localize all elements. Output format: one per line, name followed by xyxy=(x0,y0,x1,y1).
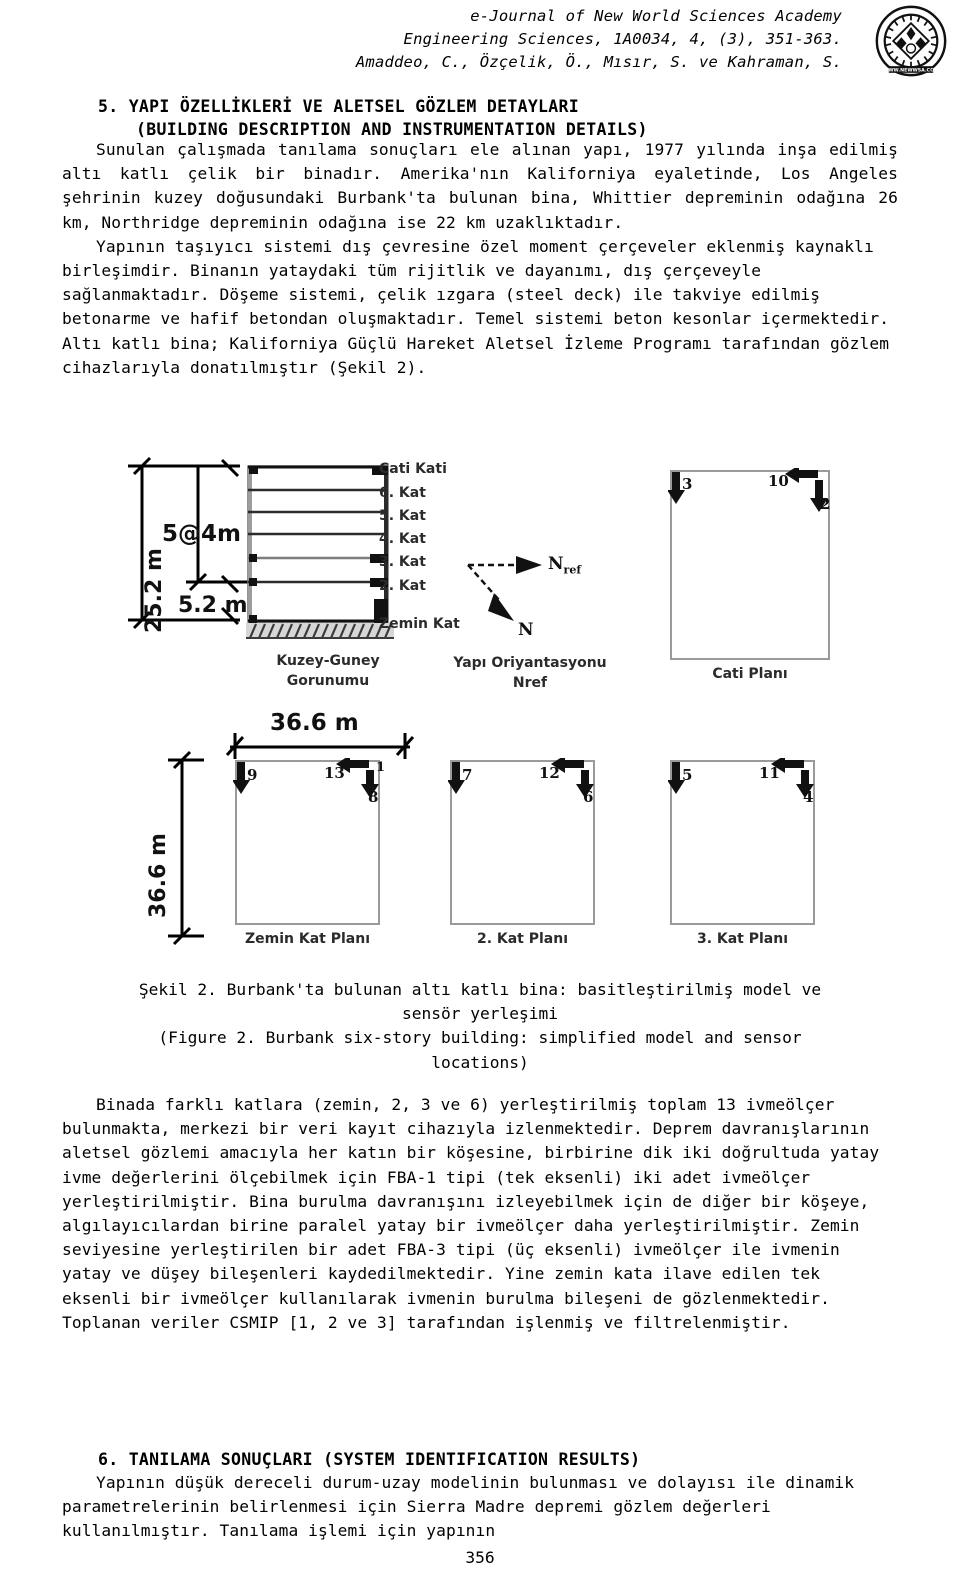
floor-label-2: 2. Kat xyxy=(379,578,426,594)
third-floor-plan-caption: 3. Kat Planı xyxy=(696,931,789,947)
page-header: e-Journal of New World Sciences Academy … xyxy=(0,0,960,82)
page-number: 356 xyxy=(465,1548,495,1567)
ground-sensor-8: 8 xyxy=(368,788,379,806)
caption-en-line1: (Figure 2. Burbank six-story building: s… xyxy=(158,1028,802,1048)
ground-plan-depth-label: 36.6 m xyxy=(146,833,171,918)
journal-name: e-Journal of New World Sciences Academy xyxy=(470,7,842,25)
paragraph-1: Sunulan çalışmada tanılama sonuçları ele… xyxy=(62,140,898,232)
ground-plan-width-label: 36.6 m xyxy=(270,710,359,736)
roof-sensor-3: 3 xyxy=(682,475,693,493)
third-floor-sensor-11: 11 xyxy=(759,764,780,782)
body-paragraph-instrumentation: Binada farklı katlara (zemin, 2, 3 ve 6)… xyxy=(62,1093,898,1335)
seal-url-text: WWW.NEWWSA.COM xyxy=(883,68,939,74)
figure-2-building-model: 25.2 m 5@4m 5.2 m Cati Kati 6. Kat 5. Ka… xyxy=(120,448,880,973)
roof-plan-caption: Cati Planı xyxy=(712,666,788,682)
floor-label-ground: Zemin Kat xyxy=(379,616,460,632)
roof-sensor-2: 2 xyxy=(820,495,831,513)
elevation-caption-line2: Gorunumu xyxy=(286,673,370,689)
second-floor-sensor-7: 7 xyxy=(462,766,473,784)
second-floor-plan-caption: 2. Kat Planı xyxy=(476,931,569,947)
floor-label-6: 6. Kat xyxy=(379,485,426,501)
caption-tr-line1: Şekil 2. Burbank'ta bulunan altı katlı b… xyxy=(138,980,822,999)
second-floor-sensor-12: 12 xyxy=(539,764,560,782)
paragraph-3: Binada farklı katlara (zemin, 2, 3 ve 6)… xyxy=(62,1095,880,1332)
journal-issue: Engineering Sciences, 1A0034, 4, (3), 35… xyxy=(403,30,842,48)
orientation-n-label: N xyxy=(518,620,534,640)
third-floor-sensor-arrows xyxy=(668,758,814,798)
floor-label-5: 5. Kat xyxy=(379,508,426,524)
second-floor-sensor-6: 6 xyxy=(583,788,594,806)
elevation-total-height-label: 25.2 m xyxy=(142,548,167,633)
third-floor-sensor-4: 4 xyxy=(803,788,814,806)
body-paragraphs-top: Sunulan çalışmada tanılama sonuçları ele… xyxy=(62,138,898,380)
section-5-heading: 5. YAPI ÖZELLİKLERİ VE ALETSEL GÖZLEM DE… xyxy=(98,95,918,141)
orientation-caption-line2: Nref xyxy=(512,675,548,691)
body-paragraph-results: Yapının düşük dereceli durum-uzay modeli… xyxy=(62,1471,898,1544)
second-floor-sensor-arrows xyxy=(448,758,594,798)
floor-label-3: 3. Kat xyxy=(379,554,426,570)
journal-authors: Amaddeo, C., Özçelik, Ö., Mısır, S. ve K… xyxy=(355,53,842,71)
floor-label-4: 4. Kat xyxy=(379,531,426,547)
figure-caption: Şekil 2. Burbank'ta bulunan altı katlı b… xyxy=(62,978,898,1075)
ground-sensor-9: 9 xyxy=(247,766,258,784)
elevation-typical-story-label: 5@4m xyxy=(162,521,241,547)
ground-plan-caption: Zemin Kat Planı xyxy=(244,931,370,947)
floor-label-roof: Cati Kati xyxy=(379,461,447,477)
roof-sensor-10: 10 xyxy=(768,472,789,490)
orientation-caption-line1: Yapı Oriyantasyonu xyxy=(453,655,607,671)
ground-plan-sensor-arrows xyxy=(233,758,379,798)
elevation-ground-story-label: 5.2 m xyxy=(178,593,248,618)
orientation-diagram xyxy=(467,556,542,621)
elevation-caption-line1: Kuzey-Guney xyxy=(276,653,380,669)
caption-en-line2: locations) xyxy=(431,1052,529,1072)
paragraph-4: Yapının düşük dereceli durum-uzay modeli… xyxy=(62,1473,855,1541)
section-5-title-tr: 5. YAPI ÖZELLİKLERİ VE ALETSEL GÖZLEM DE… xyxy=(98,97,579,116)
section-6-heading: 6. TANILAMA SONUÇLARI (SYSTEM IDENTIFICA… xyxy=(98,1450,641,1469)
third-floor-sensor-5: 5 xyxy=(682,766,693,784)
ground-sensor-1: 1 xyxy=(376,760,386,775)
journal-citation: e-Journal of New World Sciences Academy … xyxy=(102,5,842,74)
ground-sensor-13: 13 xyxy=(324,764,345,782)
paragraph-2: Yapının taşıyıcı sistemi dış çevresine ö… xyxy=(62,236,890,377)
journal-seal-icon: WWW.NEWWSA.COM xyxy=(875,5,947,77)
caption-tr-line2: sensör yerleşimi xyxy=(402,1004,558,1024)
orientation-nref-label: Nref xyxy=(548,554,582,577)
